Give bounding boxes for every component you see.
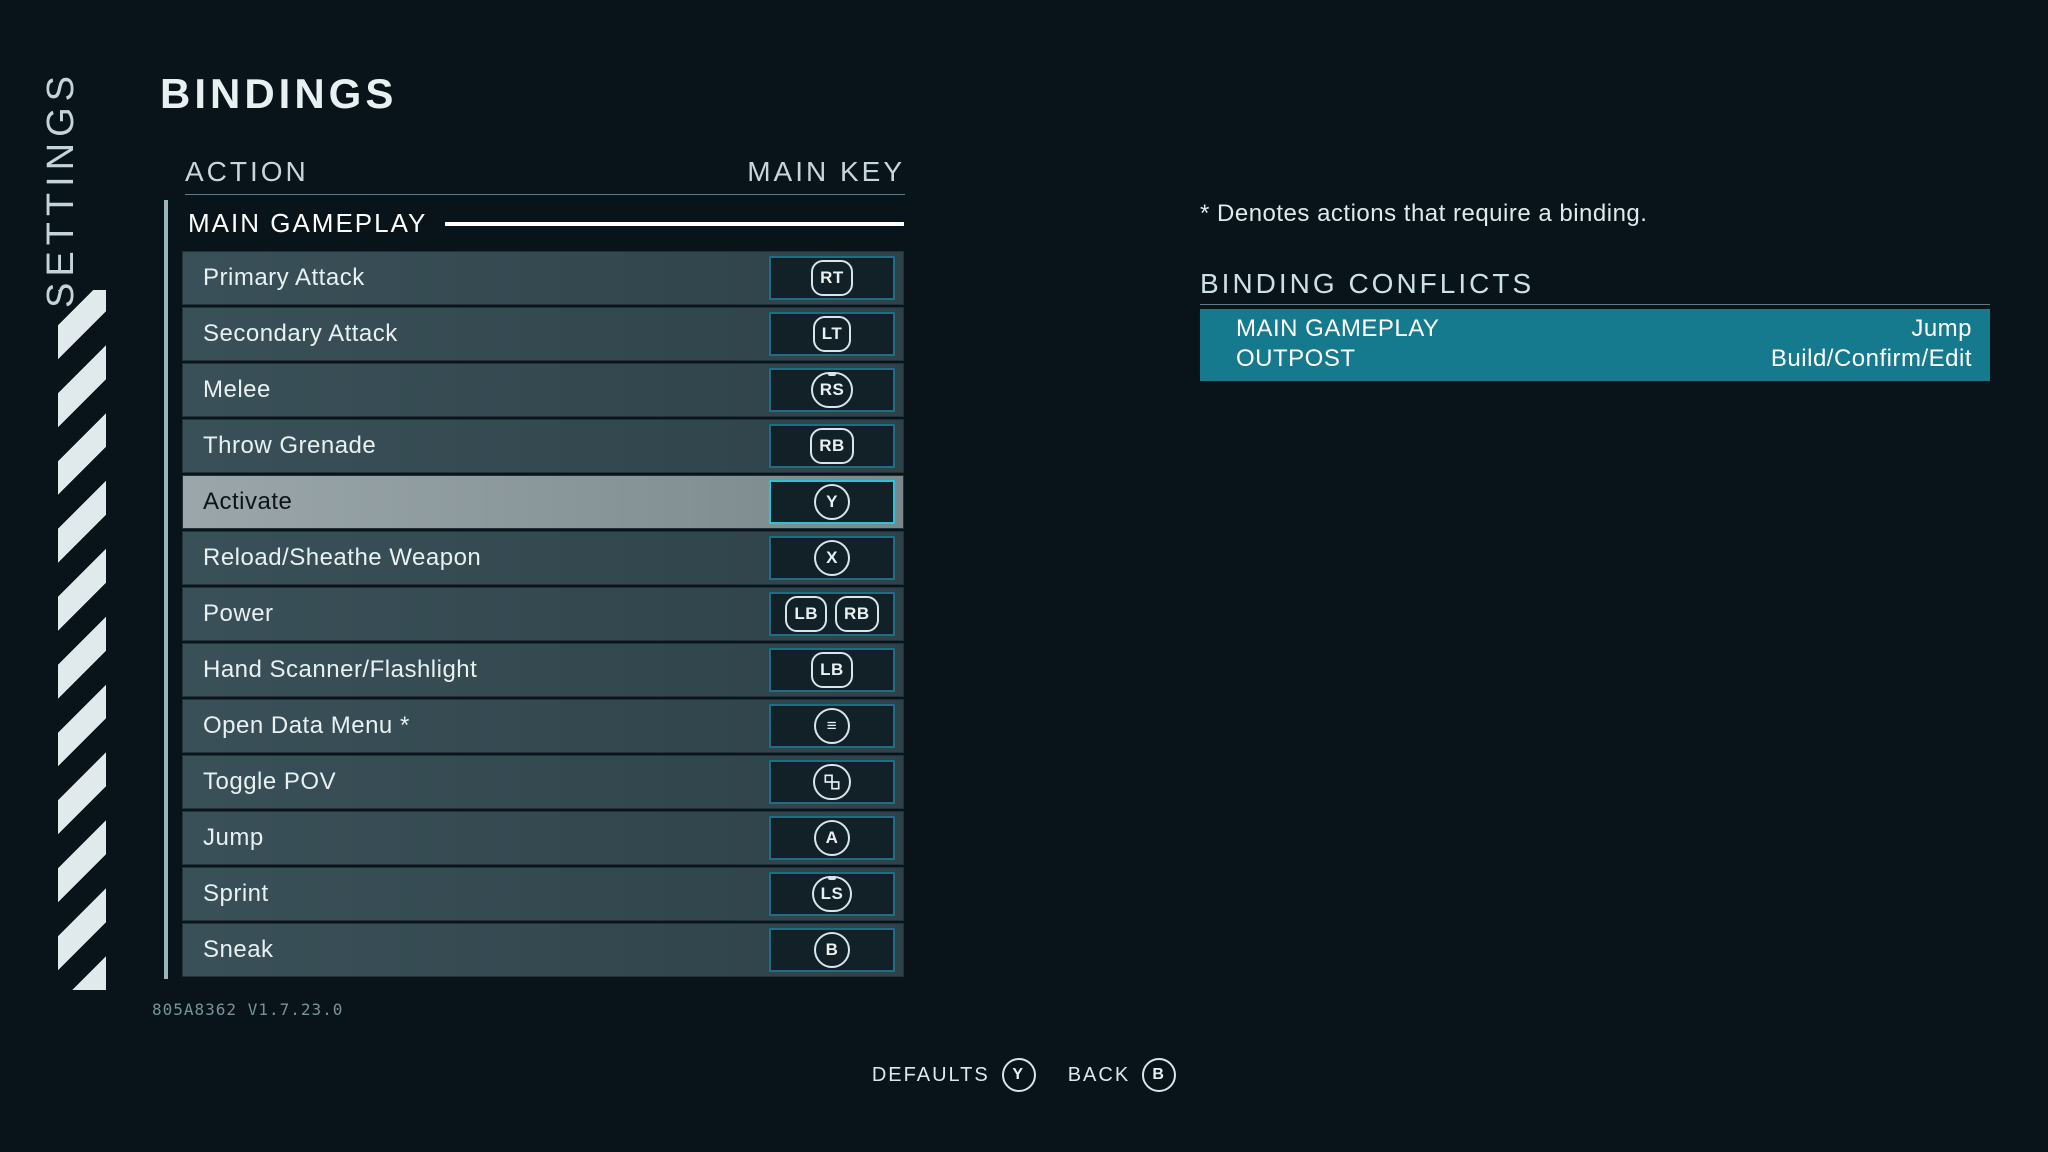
defaults-label: DEFAULTS — [872, 1064, 990, 1087]
binding-row[interactable]: Throw Grenade RB — [182, 419, 904, 473]
action-label: Sprint — [183, 880, 769, 908]
key-binding[interactable]: LT — [769, 312, 895, 356]
key-binding[interactable]: ≡ — [769, 704, 895, 748]
key-glyph: LB — [785, 596, 827, 632]
binding-row[interactable]: Toggle POV — [182, 755, 904, 809]
action-label: Open Data Menu * — [183, 712, 769, 740]
key-glyph: RB — [810, 428, 854, 464]
conflicts-header: BINDING CONFLICTS — [1200, 268, 1990, 305]
action-label: Power — [183, 600, 769, 628]
key-binding[interactable]: LBRB — [769, 592, 895, 636]
key-glyph: X — [814, 540, 850, 576]
right-panel: * Denotes actions that require a binding… — [1200, 200, 1990, 381]
binding-row[interactable]: Hand Scanner/Flashlight LB — [182, 643, 904, 697]
action-label: Sneak — [183, 936, 769, 964]
conflict-item[interactable]: MAIN GAMEPLAY Jump OUTPOST Build/Confirm… — [1200, 309, 1990, 381]
key-binding[interactable]: A — [769, 816, 895, 860]
binding-row[interactable]: Jump A — [182, 811, 904, 865]
back-label: BACK — [1068, 1064, 1130, 1087]
conflict-category: MAIN GAMEPLAY — [1236, 315, 1439, 343]
key-glyph: A — [814, 820, 850, 856]
binding-row[interactable]: Primary Attack RT — [182, 251, 904, 305]
key-glyph: RT — [811, 260, 853, 296]
action-label: Toggle POV — [183, 768, 769, 796]
key-glyph: B — [814, 932, 850, 968]
conflict-action: Jump — [1911, 315, 1972, 343]
binding-row[interactable]: Sneak B — [182, 923, 904, 977]
b-button-icon: B — [1142, 1058, 1176, 1092]
column-headers: ACTION MAIN KEY — [185, 156, 905, 195]
category-label: MAIN GAMEPLAY — [188, 208, 427, 239]
key-binding[interactable]: RS — [769, 368, 895, 412]
key-binding[interactable]: Y — [769, 480, 895, 524]
binding-row[interactable]: Sprint LS — [182, 867, 904, 921]
key-binding[interactable]: LB — [769, 648, 895, 692]
page-title: BINDINGS — [160, 70, 397, 118]
key-glyph: RS — [811, 372, 854, 408]
key-glyph: Y — [814, 484, 850, 520]
key-binding[interactable]: RB — [769, 424, 895, 468]
key-glyph — [813, 764, 851, 800]
sidebar-settings-label: SETTINGS — [40, 70, 83, 308]
action-label: Secondary Attack — [183, 320, 769, 348]
conflict-action: Build/Confirm/Edit — [1771, 345, 1972, 373]
col-mainkey: MAIN KEY — [747, 156, 905, 188]
binding-row[interactable]: Reload/Sheathe Weapon X — [182, 531, 904, 585]
action-label: Jump — [183, 824, 769, 852]
hazard-stripes — [58, 290, 106, 990]
col-action: ACTION — [185, 156, 309, 188]
category-line — [445, 222, 904, 226]
key-binding[interactable] — [769, 760, 895, 804]
key-glyph: LT — [813, 316, 852, 352]
key-glyph: LB — [811, 652, 853, 688]
category-header: MAIN GAMEPLAY — [188, 208, 904, 239]
action-label: Melee — [183, 376, 769, 404]
key-binding[interactable]: B — [769, 928, 895, 972]
key-glyph: RB — [835, 596, 879, 632]
version-string: 805A8362 V1.7.23.0 — [152, 1000, 343, 1019]
binding-row[interactable]: Melee RS — [182, 363, 904, 417]
key-binding[interactable]: LS — [769, 872, 895, 916]
action-label: Throw Grenade — [183, 432, 769, 460]
bindings-list[interactable]: MAIN GAMEPLAY Primary Attack RT Secondary … — [164, 200, 904, 979]
key-glyph: ≡ — [814, 708, 850, 744]
binding-row[interactable]: Activate Y — [182, 475, 904, 529]
binding-note: * Denotes actions that require a binding… — [1200, 200, 1990, 228]
action-label: Hand Scanner/Flashlight — [183, 656, 769, 684]
action-label: Reload/Sheathe Weapon — [183, 544, 769, 572]
key-binding[interactable]: X — [769, 536, 895, 580]
back-button[interactable]: BACK B — [1068, 1058, 1176, 1092]
key-binding[interactable]: RT — [769, 256, 895, 300]
binding-row[interactable]: PowerLBRB — [182, 587, 904, 641]
key-glyph: LS — [812, 876, 853, 912]
conflict-category: OUTPOST — [1236, 345, 1356, 373]
y-button-icon: Y — [1002, 1058, 1036, 1092]
binding-row[interactable]: Secondary Attack LT — [182, 307, 904, 361]
action-label: Activate — [183, 488, 769, 516]
footer-bar: DEFAULTS Y BACK B — [0, 1058, 2048, 1092]
defaults-button[interactable]: DEFAULTS Y — [872, 1058, 1036, 1092]
binding-row[interactable]: Open Data Menu * ≡ — [182, 699, 904, 753]
action-label: Primary Attack — [183, 264, 769, 292]
